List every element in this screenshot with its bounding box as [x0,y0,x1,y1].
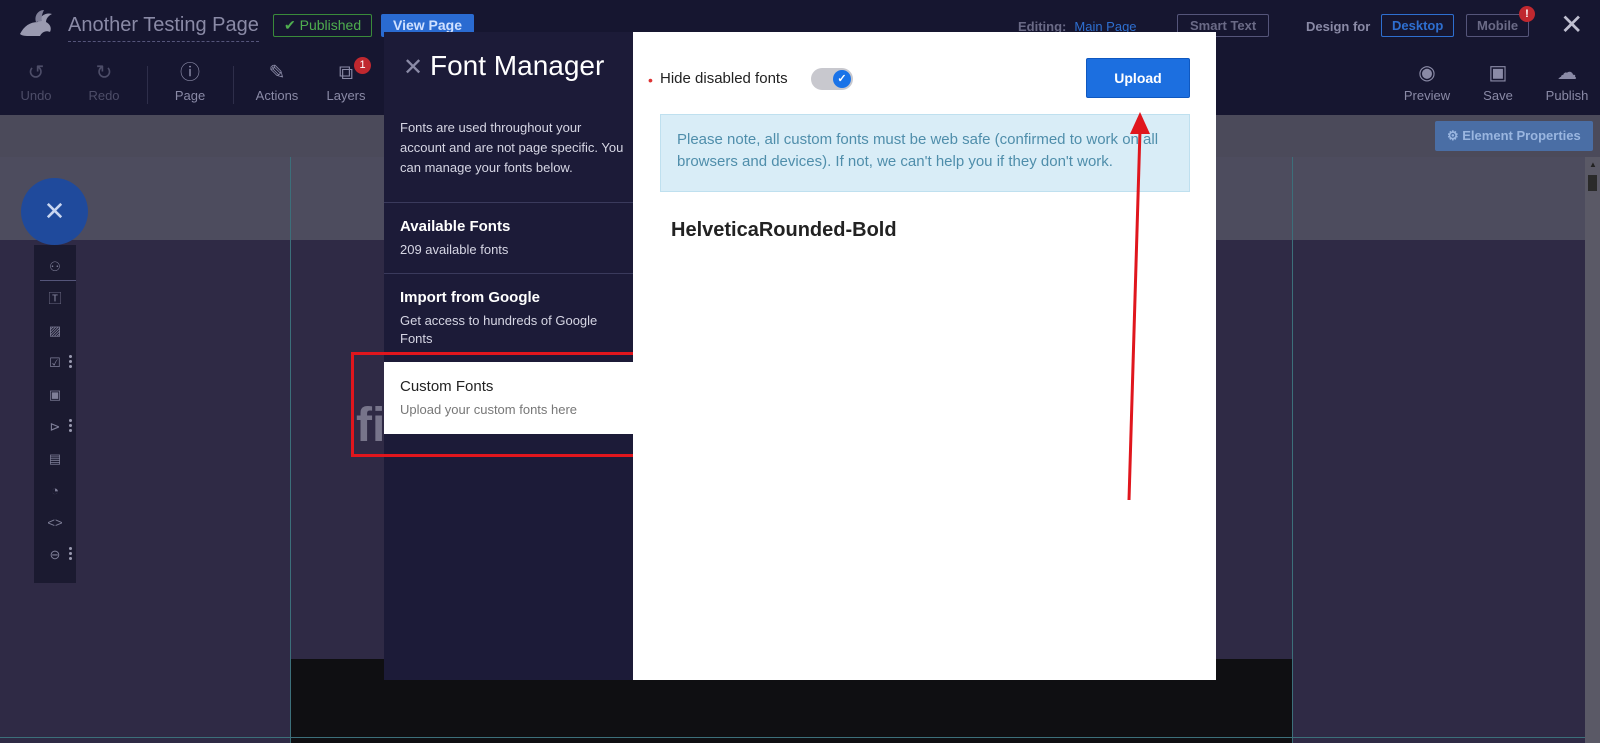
element-properties-button[interactable]: ⚙ Element Properties [1435,121,1593,151]
magic-wand-icon: ✎ [268,62,286,84]
play-icon: ⊳ [49,419,61,434]
checkbox-icon: ☑ [49,355,61,370]
text-tool[interactable]: 🅃 [34,285,76,313]
widget-tool[interactable]: ⚇ [34,253,76,281]
section-tool[interactable]: ▤ [34,445,76,473]
more-options-icon[interactable] [69,419,72,433]
rabbit-logo-icon [20,10,52,37]
canvas-scrollbar[interactable] [1585,157,1600,743]
more-options-icon[interactable] [69,547,72,561]
hide-disabled-toggle[interactable]: ✓ [811,68,853,90]
element-tools-panel: ⚇ 🅃 ▨ ☑ ▣ ⊳ ▤ ◔ <> ⊖ [34,245,76,583]
canvas-guide-bottom [0,737,1585,738]
page-button[interactable]: ⓘ Page [172,58,208,103]
box-icon: ▣ [48,387,62,402]
page-title[interactable]: Another Testing Page [68,14,259,42]
design-for-label: Design for [1306,19,1371,34]
publish-button[interactable]: ☁ Publish [1542,58,1592,103]
menu-divider [384,202,634,203]
text-icon: 🅃 [48,291,62,306]
floppy-disk-icon: ▣ [1488,62,1508,84]
box-tool[interactable]: ▣ [34,381,76,409]
hide-disabled-label: Hide disabled fonts [660,70,788,87]
modal-close-icon[interactable]: ✕ [403,54,423,82]
info-icon: ⓘ [180,62,200,84]
menu-divider [384,273,634,274]
eye-icon: ◉ [1418,62,1436,84]
undo-icon: ↺ [27,62,45,84]
timer-tool[interactable]: ◔ [34,477,76,505]
more-options-icon[interactable] [69,355,72,369]
published-badge: ✔ Published [273,14,373,37]
form-tool[interactable]: ☑ [34,349,76,377]
menu-item-title: Available Fonts [400,218,511,235]
divider-tool[interactable]: ⊖ [34,541,76,569]
section-icon: ▤ [48,451,62,466]
menu-item-subtitle: Get access to hundreds of Google Fonts [400,313,598,346]
scrollbar-thumb[interactable] [1588,175,1597,191]
toolbar-divider [147,66,148,104]
menu-item-import-google[interactable]: Import from Google Get access to hundred… [384,289,634,355]
image-tool[interactable]: ▨ [34,317,76,345]
cloud-upload-icon: ☁ [1557,62,1577,84]
minus-circle-icon: ⊖ [49,547,61,562]
code-tool[interactable]: <> [34,509,76,537]
required-marker: • [648,72,653,88]
canvas-guide-left [290,157,291,743]
video-tool[interactable]: ⊳ [34,413,76,441]
scroll-up-icon[interactable]: ▲ [1589,160,1597,169]
desktop-button[interactable]: Desktop [1381,14,1455,37]
puzzle-icon: ⚇ [49,259,61,274]
close-tools-fab[interactable]: ✕ [21,178,88,245]
mobile-alert-badge: ! [1519,6,1535,22]
undo-button[interactable]: ↺ Undo [18,58,54,103]
code-icon: <> [47,515,63,530]
close-icon: ✕ [43,196,66,226]
redo-button[interactable]: ↻ Redo [86,58,122,103]
save-button[interactable]: ▣ Save [1478,58,1518,103]
image-icon: ▨ [48,323,62,338]
tools-divider [40,280,76,281]
annotation-highlight-box [351,352,667,457]
menu-item-available-fonts[interactable]: Available Fonts 209 available fonts [384,218,634,270]
menu-item-subtitle: 209 available fonts [400,242,509,257]
close-editor-icon[interactable]: ✕ [1560,10,1583,40]
preview-button[interactable]: ◉ Preview [1402,58,1452,103]
toolbar-divider [233,66,234,104]
canvas-guide-right [1292,157,1293,743]
layers-count-badge: 1 [354,57,371,74]
redo-icon: ↻ [95,62,113,84]
web-safe-notice: Please note, all custom fonts must be we… [660,114,1190,192]
modal-title: Font Manager [430,50,605,81]
timer-icon: ◔ [51,483,59,498]
actions-button[interactable]: ✎ Actions [252,58,302,103]
custom-font-item[interactable]: HelveticaRounded-Bold [671,219,897,242]
checkmark-icon: ✓ [833,70,851,88]
menu-item-title: Import from Google [400,289,540,306]
modal-description: Fonts are used throughout your account a… [400,120,624,175]
upload-button[interactable]: Upload [1086,58,1190,98]
